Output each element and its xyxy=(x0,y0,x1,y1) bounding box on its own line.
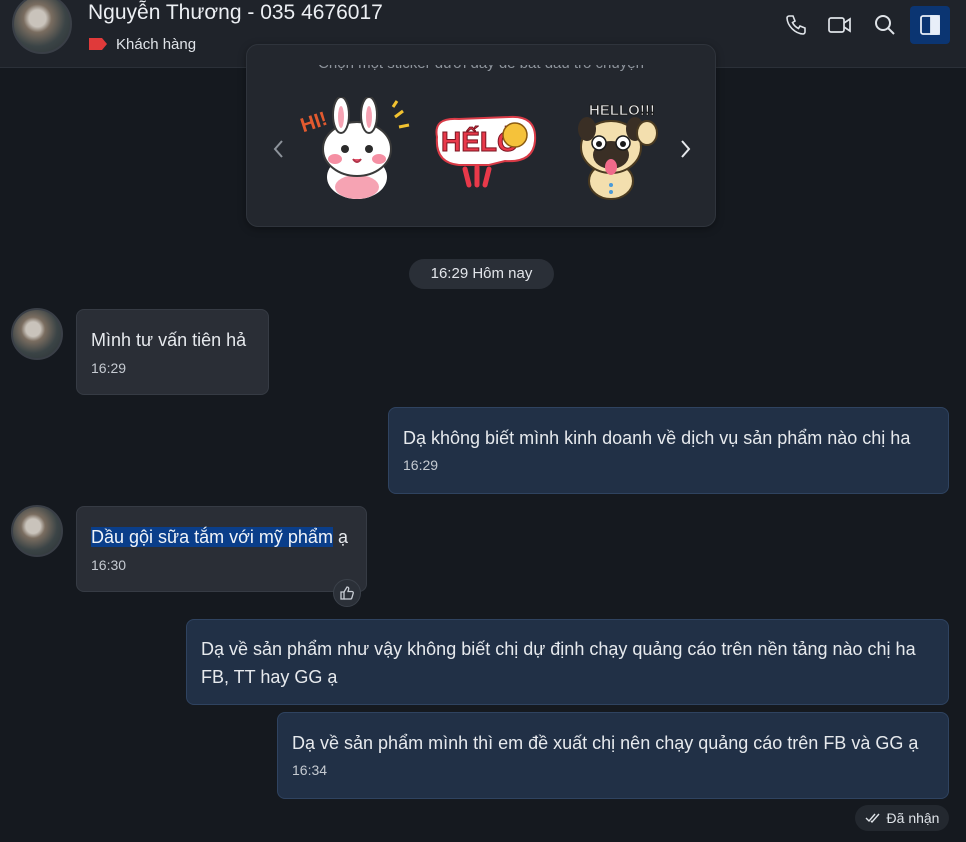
chevron-right-icon[interactable] xyxy=(675,137,695,161)
sticker-hint: Chọn một sticker dưới đây để bắt đầu trò… xyxy=(318,55,644,72)
tag-label: Khách hàng xyxy=(116,35,197,53)
sidebar-panel-icon[interactable] xyxy=(910,6,950,44)
thumbs-up-icon xyxy=(340,586,354,600)
message-text: Dạ không biết mình kinh doanh về dịch vụ… xyxy=(403,428,911,448)
selected-text: Dầu gội sữa tắm với mỹ phẩm xyxy=(91,527,333,547)
contact-name[interactable]: Nguyễn Thương - 035 4676017 xyxy=(88,1,383,25)
message-time: 16:30 xyxy=(91,557,127,573)
video-call-icon[interactable] xyxy=(825,10,855,40)
message-bubble-outgoing[interactable]: Dạ không biết mình kinh doanh về dịch vụ… xyxy=(388,407,949,494)
tag-icon xyxy=(89,38,107,50)
like-reaction-button[interactable] xyxy=(333,579,361,607)
search-icon[interactable] xyxy=(870,10,900,40)
message-text: Dạ về sản phẩm như vậy không biết chị dự… xyxy=(201,639,916,687)
message-bubble-outgoing[interactable]: Dạ về sản phẩm mình thì em đề xuất chị n… xyxy=(277,712,949,799)
sticker-text: HELLO!!! xyxy=(589,102,655,119)
contact-tag[interactable]: Khách hàng xyxy=(88,34,196,54)
message-text: Dạ về sản phẩm mình thì em đề xuất chị n… xyxy=(292,733,919,753)
message-text: Dầu gội sữa tắm với mỹ phẩm ạ xyxy=(91,523,352,551)
sender-avatar[interactable] xyxy=(11,505,63,557)
pug-hello-sticker[interactable]: HELLO!!! xyxy=(567,97,671,201)
contact-avatar[interactable] xyxy=(12,0,72,54)
message-text-rest: ạ xyxy=(332,527,348,547)
message-text: Mình tư vấn tiên hả xyxy=(91,330,247,350)
time-divider: 16:29 Hôm nay xyxy=(409,259,554,289)
message-time: 16:34 xyxy=(292,762,328,778)
message-bubble-outgoing[interactable]: Dạ về sản phẩm như vậy không biết chị dự… xyxy=(186,619,949,705)
sender-avatar[interactable] xyxy=(11,308,63,360)
double-check-icon xyxy=(865,813,880,824)
sticker-text: HI! xyxy=(299,108,330,137)
message-bubble-incoming[interactable]: Mình tư vấn tiên hả 16:29 xyxy=(76,309,269,395)
sticker-suggestion-card: Chọn một sticker dưới đây để bắt đầu trò… xyxy=(246,44,716,227)
message-time: 16:29 xyxy=(91,360,127,376)
bunny-hi-sticker[interactable]: HI! xyxy=(299,97,415,201)
delivery-status-label: Đã nhận xyxy=(886,810,940,826)
message-bubble-incoming[interactable]: Dầu gội sữa tắm với mỹ phẩm ạ 16:30 xyxy=(76,506,367,592)
delivery-status: Đã nhận xyxy=(855,805,949,831)
chevron-left-icon[interactable] xyxy=(269,137,289,161)
message-time: 16:29 xyxy=(403,457,439,473)
phone-icon[interactable] xyxy=(781,10,811,40)
hello-text-sticker[interactable]: HẾLỞ xyxy=(429,107,539,191)
